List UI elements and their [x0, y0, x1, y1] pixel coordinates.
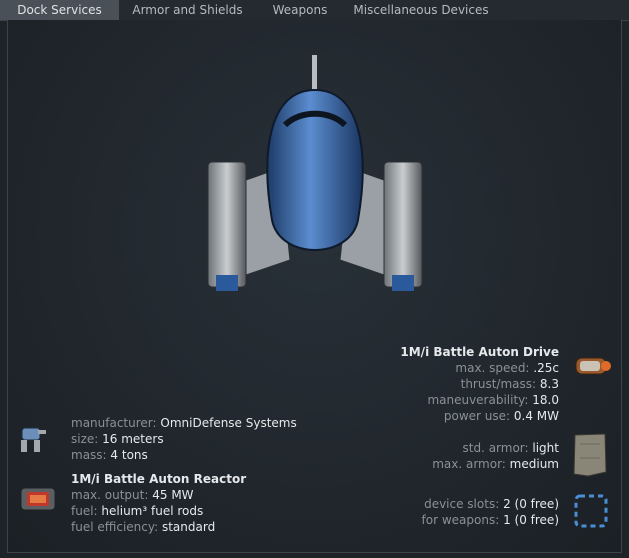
drive-icon [575, 357, 611, 375]
ship-mass-value: 4 tons [110, 448, 148, 462]
drive-thrust-mass-value: 8.3 [539, 377, 559, 391]
reactor-fuel-efficiency-value: standard [161, 520, 216, 534]
drive-max-speed: max. speed: .25c [330, 360, 559, 376]
drive-power-use-label: power use: [443, 409, 511, 423]
tab-weapons[interactable]: Weapons [256, 0, 344, 20]
drive-max-speed-value: .25c [533, 361, 559, 375]
max-armor-label: max. armor: [432, 457, 506, 471]
reactor-fuel-label: fuel: [71, 504, 98, 518]
reactor-fuel-value: helium³ fuel rods [101, 504, 204, 518]
ship-size: size: 16 meters [71, 431, 164, 447]
drive-max-speed-label: max. speed: [455, 361, 530, 375]
std-armor-label: std. armor: [462, 441, 529, 455]
drive-thrust-mass-label: thrust/mass: [460, 377, 537, 391]
device-slots-value: 2 (0 free) [503, 497, 559, 511]
reactor-name: 1M/i Battle Auton Reactor [71, 472, 247, 486]
weapon-slots: for weapons: 1 (0 free) [330, 512, 559, 528]
device-slots-icon [574, 494, 608, 528]
device-slots: device slots: 2 (0 free) [330, 496, 559, 512]
reactor-fuel-efficiency-label: fuel efficiency: [71, 520, 159, 534]
device-slots-label: device slots: [424, 497, 500, 511]
tab-miscellaneous-devices[interactable]: Miscellaneous Devices [344, 0, 498, 20]
armor-plate-icon [573, 433, 607, 477]
reactor-icon [20, 487, 56, 511]
drive-maneuverability-value: 18.0 [532, 393, 559, 407]
max-armor: max. armor: medium [330, 456, 559, 472]
std-armor: std. armor: light [330, 440, 559, 456]
std-armor-value: light [532, 441, 559, 455]
auton-hull-icon [21, 427, 46, 452]
drive-maneuverability-label: maneuverability: [427, 393, 529, 407]
drive-name: 1M/i Battle Auton Drive [400, 345, 559, 359]
max-armor-value: medium [509, 457, 559, 471]
ship-size-label: size: [71, 432, 99, 446]
tab-armor-and-shields[interactable]: Armor and Shields [119, 0, 256, 20]
weapon-slots-value: 1 (0 free) [503, 513, 559, 527]
reactor-fuel: fuel: helium³ fuel rods [71, 503, 203, 519]
ship-mass-label: mass: [71, 448, 107, 462]
weapon-slots-label: for weapons: [421, 513, 500, 527]
reactor-max-output-label: max. output: [71, 488, 149, 502]
tab-dock-services[interactable]: Dock Services [0, 0, 119, 20]
ship-image [207, 55, 423, 291]
tab-bar: Dock Services Armor and Shields Weapons … [0, 0, 629, 21]
drive-maneuverability: maneuverability: 18.0 [330, 392, 559, 408]
reactor-fuel-efficiency: fuel efficiency: standard [71, 519, 215, 535]
ship-size-value: 16 meters [102, 432, 164, 446]
manufacturer-value: OmniDefense Systems [160, 416, 297, 430]
reactor-max-output-value: 45 MW [152, 488, 194, 502]
reactor-max-output: max. output: 45 MW [71, 487, 194, 503]
manufacturer: manufacturer: OmniDefense Systems [71, 415, 297, 431]
ship-mass: mass: 4 tons [71, 447, 148, 463]
drive-power-use-value: 0.4 MW [513, 409, 559, 423]
drive-power-use: power use: 0.4 MW [330, 408, 559, 424]
drive-thrust-mass: thrust/mass: 8.3 [330, 376, 559, 392]
manufacturer-label: manufacturer: [71, 416, 157, 430]
